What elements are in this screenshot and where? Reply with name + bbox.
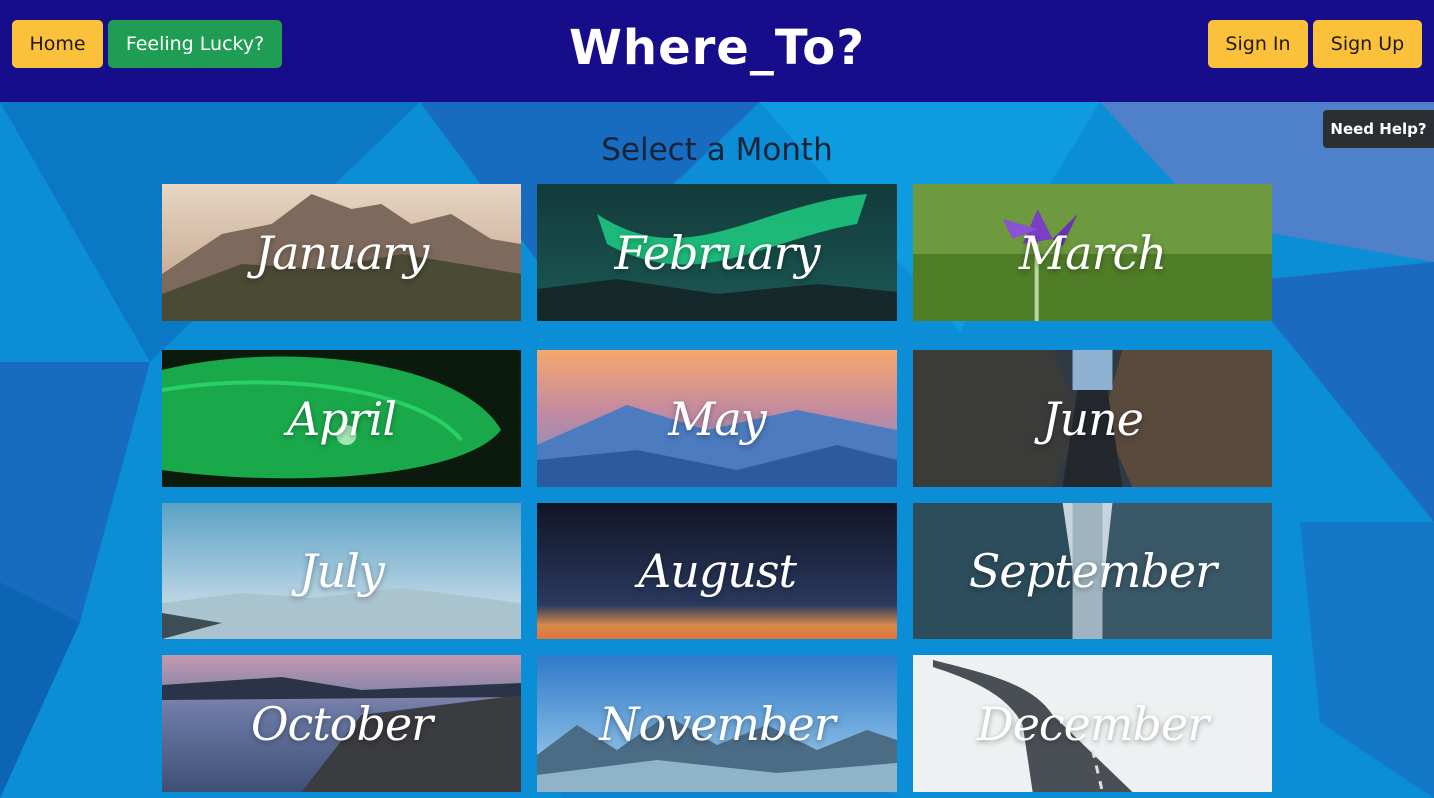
month-card-april[interactable]: April bbox=[162, 350, 521, 487]
month-label: January bbox=[254, 225, 430, 280]
month-label: June bbox=[1042, 391, 1144, 446]
month-label: May bbox=[668, 391, 767, 446]
month-card-march[interactable]: March bbox=[913, 184, 1272, 321]
month-card-may[interactable]: May bbox=[537, 350, 897, 487]
month-label: March bbox=[1019, 225, 1167, 280]
month-label: October bbox=[250, 696, 433, 751]
need-help-button[interactable]: Need Help? bbox=[1323, 110, 1434, 148]
month-grid: January February March April May June Ju… bbox=[0, 0, 1434, 798]
home-button[interactable]: Home bbox=[12, 20, 103, 68]
month-card-october[interactable]: October bbox=[162, 655, 521, 792]
feeling-lucky-button[interactable]: Feeling Lucky? bbox=[108, 20, 282, 68]
month-card-january[interactable]: January bbox=[162, 184, 521, 321]
sign-in-button[interactable]: Sign In bbox=[1208, 20, 1308, 68]
month-label: December bbox=[976, 696, 1209, 751]
month-label: November bbox=[599, 696, 835, 751]
month-card-november[interactable]: November bbox=[537, 655, 897, 792]
top-navbar: Home Feeling Lucky? Where_To? Sign In Si… bbox=[0, 0, 1434, 102]
month-card-june[interactable]: June bbox=[913, 350, 1272, 487]
month-card-september[interactable]: September bbox=[913, 503, 1272, 639]
month-label: September bbox=[968, 544, 1217, 598]
sign-up-button[interactable]: Sign Up bbox=[1313, 20, 1422, 68]
month-card-august[interactable]: August bbox=[537, 503, 897, 639]
month-label: August bbox=[637, 544, 797, 598]
brand-logo-text[interactable]: Where_To? bbox=[569, 20, 865, 76]
month-label: February bbox=[614, 225, 820, 280]
month-label: April bbox=[286, 391, 397, 446]
month-label: July bbox=[299, 544, 385, 598]
month-card-december[interactable]: December bbox=[913, 655, 1272, 792]
month-card-february[interactable]: February bbox=[537, 184, 897, 321]
month-card-july[interactable]: July bbox=[162, 503, 521, 639]
